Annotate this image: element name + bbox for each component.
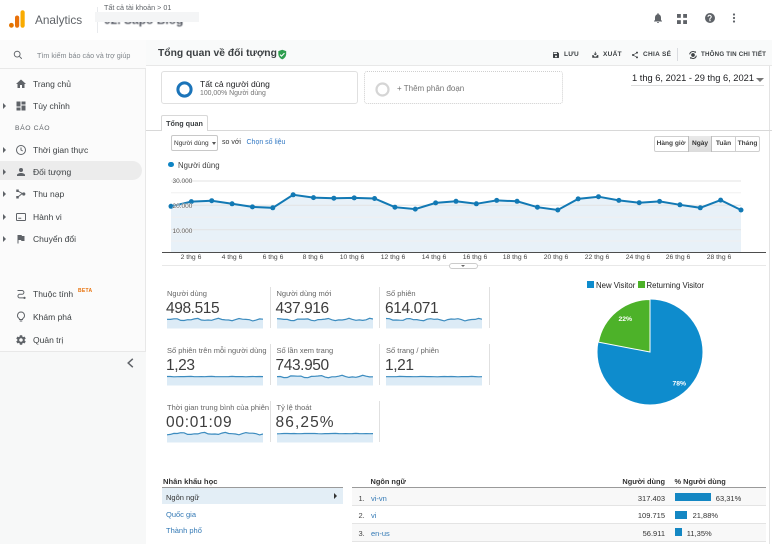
svg-text:22%: 22% xyxy=(619,316,633,323)
svg-text:78%: 78% xyxy=(673,381,687,388)
